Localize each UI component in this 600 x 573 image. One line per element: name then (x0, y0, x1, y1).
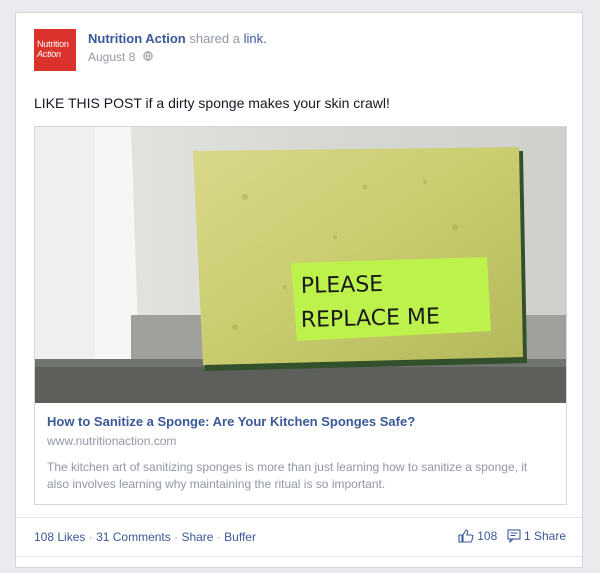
likes-link[interactable]: 108 Likes (34, 530, 85, 544)
share-icon[interactable] (507, 529, 524, 544)
link-image[interactable]: PLEASE REPLACE ME (35, 127, 566, 403)
post-counts: 108 1 Share (458, 528, 566, 544)
page-name-link[interactable]: Nutrition Action (88, 31, 186, 46)
post-card: Nutrition Action Nutrition Action shared… (15, 12, 583, 568)
post-actions: 108 Likes · 31 Comments · Share · Buffer (34, 529, 256, 545)
avatar-line-2: Action (37, 49, 61, 59)
link-word[interactable]: link. (244, 31, 267, 46)
buffer-link[interactable]: Buffer (224, 530, 256, 544)
link-domain: www.nutritionaction.com (47, 434, 177, 448)
globe-icon (143, 50, 153, 66)
post-actions-bar: 108 Likes · 31 Comments · Share · Buffer… (16, 517, 582, 557)
separator: · (88, 530, 93, 544)
share-count[interactable]: 1 Share (524, 529, 566, 543)
share-link[interactable]: Share (181, 530, 213, 544)
post-date[interactable]: August 8 (88, 50, 135, 64)
comments-link[interactable]: 31 Comments (96, 530, 171, 544)
link-title[interactable]: How to Sanitize a Sponge: Are Your Kitch… (47, 414, 552, 430)
like-count[interactable]: 108 (477, 529, 497, 543)
link-body: How to Sanitize a Sponge: Are Your Kitch… (47, 414, 552, 493)
note-line-1: PLEASE (301, 272, 384, 299)
note-line-2: REPLACE ME (301, 304, 441, 333)
post-meta: Nutrition Action shared a link. August 8 (88, 31, 468, 66)
link-description: The kitchen art of sanitizing sponges is… (47, 460, 528, 491)
separator: · (216, 530, 221, 544)
post-text: LIKE THIS POST if a dirty sponge makes y… (34, 95, 390, 111)
avatar[interactable]: Nutrition Action (34, 29, 76, 71)
share-verb: shared a (189, 31, 240, 46)
thumbs-up-icon[interactable] (458, 529, 477, 543)
avatar-line-1: Nutrition (37, 39, 69, 49)
link-preview[interactable]: PLEASE REPLACE ME How to Sanitize a Spon… (34, 126, 567, 505)
separator: · (174, 530, 179, 544)
